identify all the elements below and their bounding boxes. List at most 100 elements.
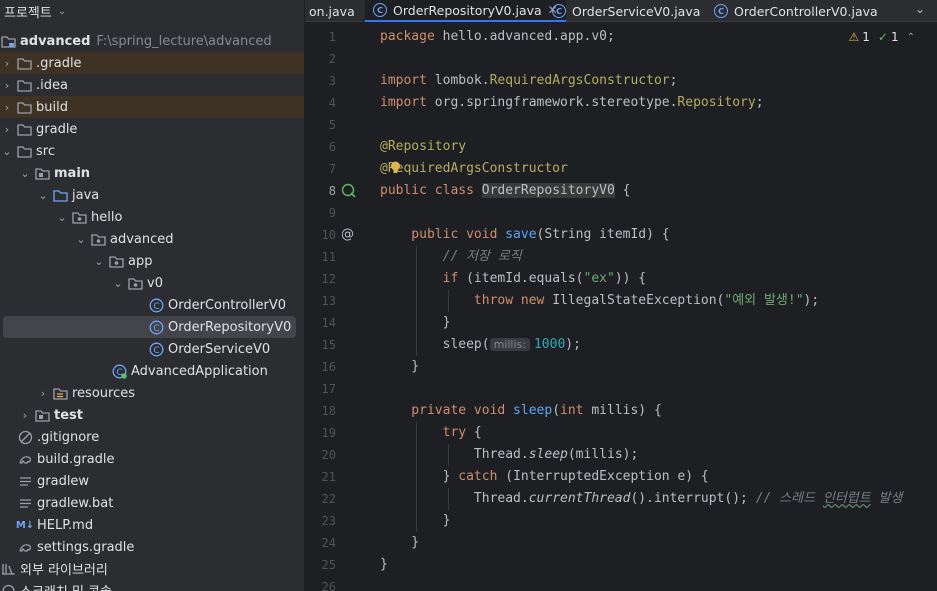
tree-item-order-controller[interactable]: C OrderControllerV0 [148,294,286,316]
chevron-right-icon[interactable]: › [0,79,14,92]
tree-item-label: main [54,165,91,181]
line-number: 19 [321,426,336,440]
tree-item-resources[interactable]: › resources [36,382,135,404]
line-number: 7 [328,162,336,176]
tree-item-advanced-package[interactable]: ⌄ advanced [74,228,173,250]
tree-item-label: .idea [36,77,68,93]
code-line: private void sleep(int millis) { [380,403,662,418]
line-number: 24 [321,536,336,550]
tree-item-java[interactable]: ⌄ java [36,184,99,206]
line-number: 16 [321,360,336,374]
tree-item-label: OrderControllerV0 [168,297,287,313]
tree-item-main[interactable]: ⌄ main [18,162,90,184]
tree-item-label: gradlew [37,473,90,489]
tab-order-controller[interactable]: C OrderControllerV0.java [714,0,878,22]
chevron-down-icon[interactable]: ⌄ [111,277,125,290]
tree-item-build[interactable]: › build [0,96,304,118]
chevron-down-icon[interactable]: ⌄ [92,255,106,268]
tree-item-label: settings.gradle [37,539,135,555]
line-number: 12 [321,272,336,286]
tree-item-label: build [36,99,68,115]
tree-item-advanced-root[interactable]: advanced F:\spring_lecture\advanced [0,30,272,52]
spring-bean-icon[interactable] [341,183,357,199]
chevron-down-icon[interactable]: ⌄ [58,6,66,17]
package-icon [127,276,143,290]
code-line: Thread.sleep(millis); [380,447,639,462]
line-number: 17 [321,382,336,396]
tree-item-label: .gradle [36,55,82,71]
code-line: @Repository [380,139,467,154]
line-number: 25 [321,558,336,572]
chevron-right-icon[interactable]: › [0,101,14,114]
tree-item-order-repository[interactable]: C OrderRepositoryV0 [3,316,296,338]
tree-item-advanced-application[interactable]: C AdvancedApplication [111,360,268,382]
tree-item-gradle-dir[interactable]: › .gradle [0,52,304,74]
line-number: 2 [328,52,336,66]
spring-boot-class-icon: C [111,364,127,379]
tree-item-label: AdvancedApplication [131,363,268,379]
line-number: 13 [321,294,336,308]
package-icon [108,254,124,268]
tree-item-v0[interactable]: ⌄ v0 [111,272,163,294]
tab-order-repository[interactable]: C OrderRepositoryV0.java ✕ [365,0,566,22]
tree-item-build-gradle[interactable]: build.gradle [17,448,115,470]
source-folder-icon [34,408,50,422]
tree-item-app[interactable]: ⌄ app [92,250,152,272]
svg-text:C: C [153,323,159,333]
tree-item-gradlew[interactable]: gradlew [17,470,89,492]
tree-item-hello[interactable]: ⌄ hello [55,206,122,228]
tab-order-service[interactable]: C OrderServiceV0.java [552,0,700,22]
line-number: 3 [328,74,336,88]
tree-item-scratches[interactable]: 스크래치 및 콘솔 [0,579,112,591]
lightbulb-icon[interactable] [390,159,400,173]
tree-item-label: src [36,143,55,159]
tree-item-order-service[interactable]: C OrderServiceV0 [148,338,270,360]
svg-text:C: C [153,345,159,355]
code-line: } [380,557,388,572]
chevron-down-icon[interactable]: ⌄ [36,189,50,202]
inspection-widget[interactable]: ⚠ 1 ✓ 1 ⌃ [849,30,916,44]
tree-item-idea[interactable]: › .idea [0,74,68,96]
tree-item-help-md[interactable]: M↓ HELP.md [16,514,94,536]
tree-item-gitignore[interactable]: .gitignore [17,426,99,448]
annotation-usage-icon[interactable]: @ [341,227,357,243]
tree-item-label: hello [91,209,123,225]
chevron-right-icon[interactable]: › [0,57,14,70]
tree-item-label: HELP.md [37,517,94,533]
tree-item-label: advanced [20,33,91,49]
folder-icon [16,56,32,70]
line-number: 18 [321,404,336,418]
code-line: import lombok.RequiredArgsConstructor; [380,73,678,88]
code-line: public void save(String itemId) { [380,227,670,242]
tree-item-external-libraries[interactable]: 외부 라이브러리 [0,557,108,579]
tree-item-label: OrderServiceV0 [168,341,271,357]
code-line: } catch (InterruptedException e) { [380,469,709,484]
resources-folder-icon [52,386,68,400]
gradle-icon [17,540,33,554]
chevron-right-icon[interactable]: › [18,409,32,422]
code-line: throw new IllegalStateException("예외 발생!"… [380,293,820,308]
tree-item-label: v0 [147,275,163,291]
tree-item-test[interactable]: › test [18,404,83,426]
chevron-right-icon[interactable]: › [36,387,50,400]
tab-order-application-partial[interactable]: on.java [309,0,355,22]
tab-label: OrderServiceV0.java [572,3,701,19]
tree-item-settings-gradle[interactable]: settings.gradle [17,536,134,558]
chevron-down-icon[interactable]: ⌄ [915,2,925,16]
tree-item-gradle[interactable]: › gradle [0,118,78,140]
tree-item-label: app [128,253,153,269]
chevron-down-icon[interactable]: ⌄ [18,167,32,180]
tree-item-src[interactable]: ⌄ src [0,140,55,162]
chevron-down-icon[interactable]: ⌄ [55,211,69,224]
tree-item-label: .gitignore [37,429,100,445]
chevron-up-icon[interactable]: ⌃ [907,32,915,43]
chevron-down-icon[interactable]: ⌄ [0,145,14,158]
project-panel-header[interactable]: 프로젝트 ⌄ [0,0,304,22]
tree-item-gradlew-bat[interactable]: gradlew.bat [17,492,113,514]
tree-item-label: gradle [36,121,78,137]
chevron-right-icon[interactable]: › [0,123,14,136]
line-number: 8 [328,184,336,198]
code-line: } [380,315,451,330]
chevron-down-icon[interactable]: ⌄ [74,233,88,246]
tree-item-label: gradlew.bat [37,495,114,511]
